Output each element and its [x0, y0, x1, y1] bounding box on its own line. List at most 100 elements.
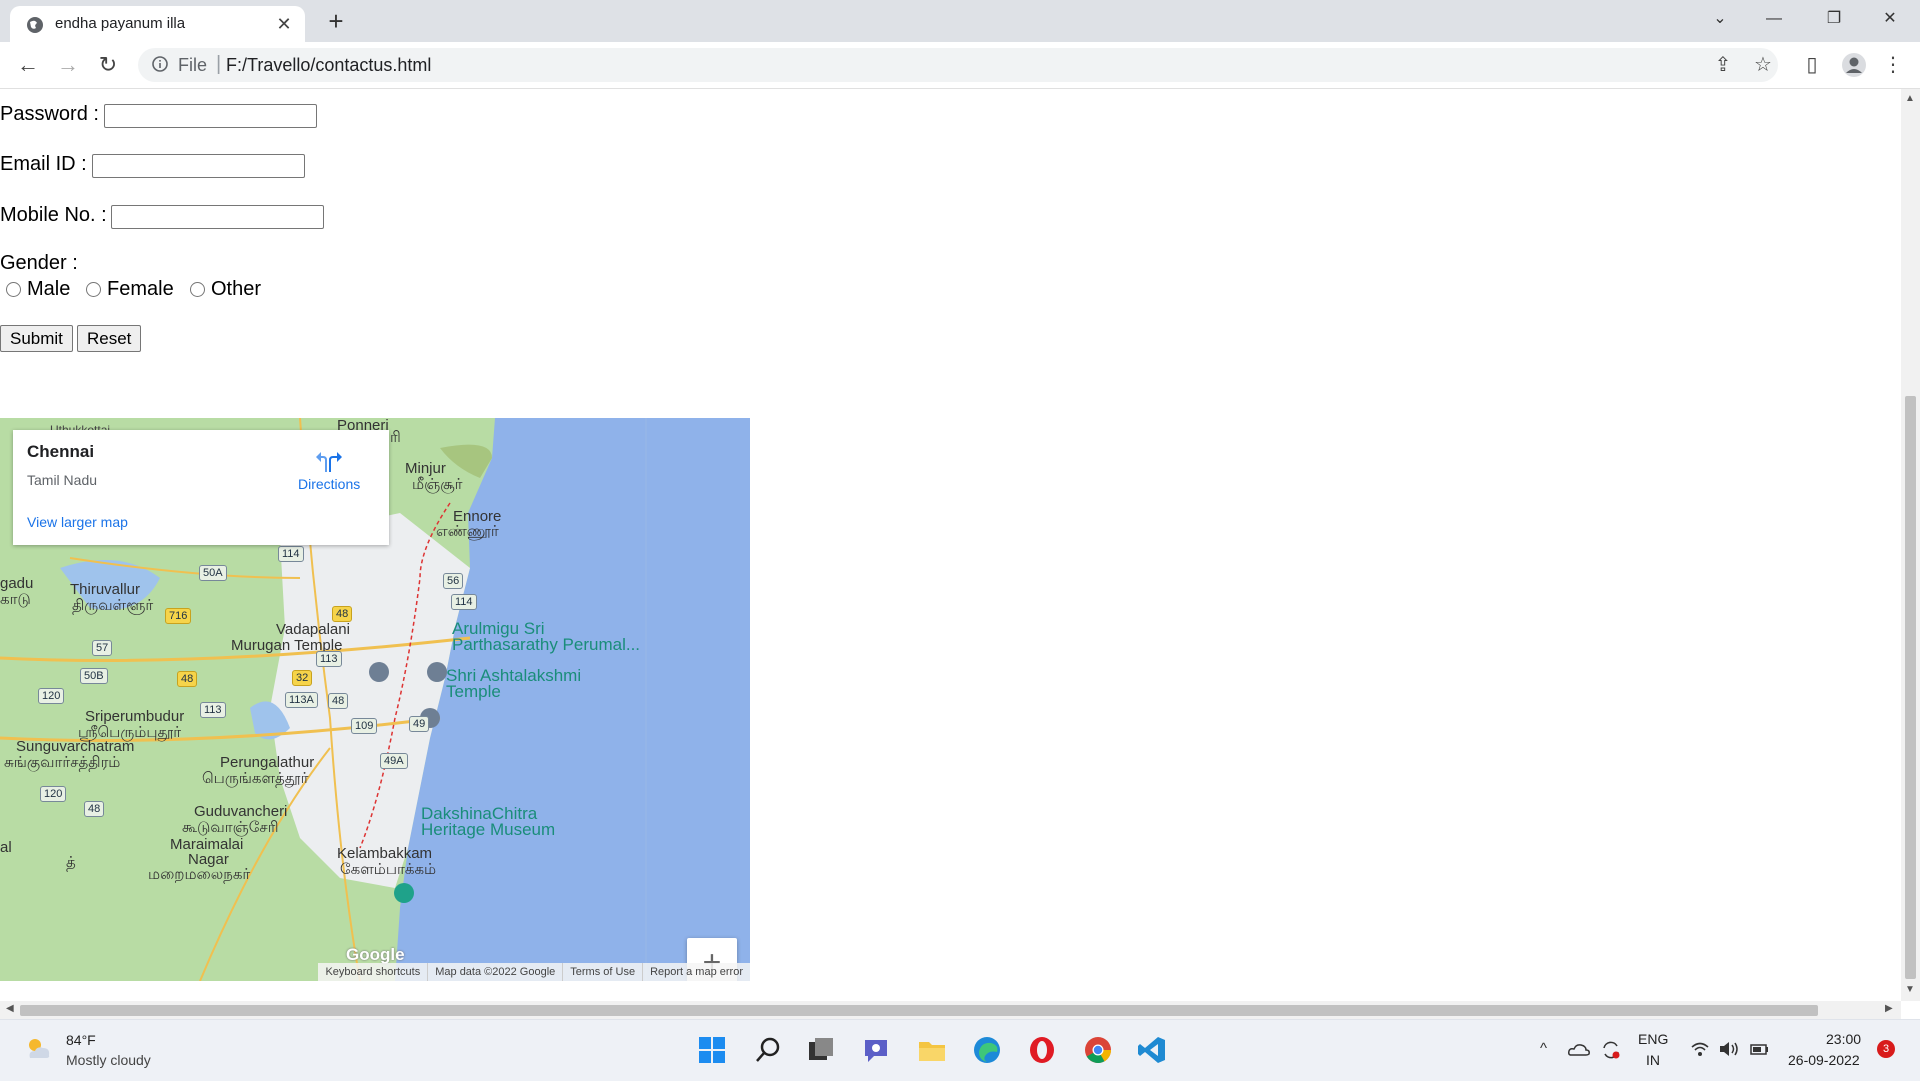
- show-hidden-icons-icon[interactable]: ^: [1540, 1040, 1547, 1057]
- map-attribution-bar: Keyboard shortcuts Map data ©2022 Google…: [318, 963, 750, 981]
- opera-browser-icon[interactable]: [1026, 1034, 1058, 1066]
- map-label-arulmigu: Arulmigu Sri: [452, 619, 545, 638]
- road-shield: 113A: [285, 692, 318, 708]
- road-shield: 48: [177, 671, 198, 687]
- task-view-icon[interactable]: [805, 1034, 837, 1066]
- back-button[interactable]: ←: [12, 50, 44, 82]
- directions-link[interactable]: Directions: [298, 476, 360, 492]
- keyboard-shortcuts-link[interactable]: Keyboard shortcuts: [318, 963, 427, 981]
- map-label-sunguvar: Sunguvarchatram: [16, 738, 135, 755]
- view-larger-map-link[interactable]: View larger map: [27, 514, 128, 530]
- road-shield: 48: [332, 606, 353, 622]
- url-text[interactable]: F:/Travello/contactus.html: [226, 55, 431, 76]
- road-shield: 120: [40, 786, 67, 802]
- submit-button[interactable]: Submit: [0, 325, 73, 352]
- map-label-thiruvallur: Thiruvallur: [70, 581, 141, 598]
- reload-button[interactable]: ↻: [92, 50, 124, 82]
- scheme-separator: |: [216, 53, 222, 75]
- browser-tab[interactable]: endha payanum illa ✕: [10, 6, 305, 42]
- profile-avatar-icon[interactable]: [1841, 52, 1867, 78]
- map-label-minjur-ta: மீஞ்சூர்: [412, 476, 463, 493]
- bookmark-star-icon[interactable]: ☆: [1750, 52, 1776, 78]
- vertical-scroll-thumb[interactable]: [1905, 396, 1916, 979]
- share-icon[interactable]: ⇪: [1710, 52, 1736, 78]
- embedded-map[interactable]: Uthukkottai Ponneri ரி Minjur மீஞ்சூர் E…: [0, 418, 750, 981]
- scroll-up-arrow-icon[interactable]: ▲: [1905, 93, 1915, 104]
- weather-description[interactable]: Mostly cloudy: [66, 1052, 151, 1068]
- chrome-menu-icon[interactable]: ⋮: [1880, 52, 1906, 78]
- map-label-perungalathur-ta: பெருங்களத்தூர்: [202, 770, 309, 787]
- tab-search-button[interactable]: ⌄: [1692, 0, 1748, 40]
- onedrive-cloud-icon[interactable]: [1568, 1040, 1590, 1058]
- sync-icon[interactable]: [1600, 1040, 1622, 1060]
- map-label-gadu-ta: காடு: [0, 591, 31, 608]
- teams-chat-icon[interactable]: [860, 1034, 892, 1066]
- mobile-label: Mobile No. :: [0, 204, 107, 226]
- report-map-error-link[interactable]: Report a map error: [642, 963, 750, 981]
- map-label-maraimalai: Maraimalai: [170, 836, 244, 853]
- map-label-vadapalani: Vadapalani: [276, 621, 350, 638]
- road-shield: 48: [328, 693, 349, 709]
- google-logo: Google: [346, 945, 405, 964]
- tab-strip: endha payanum illa ✕ + ⌄ — ❐ ✕: [0, 0, 1920, 42]
- notification-badge[interactable]: 3: [1877, 1040, 1895, 1058]
- file-explorer-icon[interactable]: [916, 1034, 948, 1066]
- radio-other[interactable]: [190, 282, 205, 298]
- input-region[interactable]: IN: [1646, 1052, 1660, 1068]
- minimize-button[interactable]: —: [1746, 0, 1802, 40]
- weather-cloud-icon[interactable]: [24, 1034, 54, 1064]
- road-shield: 113: [200, 702, 226, 718]
- gender-option-female[interactable]: Female: [86, 278, 174, 301]
- radio-male[interactable]: [6, 282, 21, 298]
- scheme-label: File: [178, 55, 208, 75]
- clock-time[interactable]: 23:00: [1826, 1031, 1861, 1047]
- map-label-temple: Temple: [446, 682, 501, 701]
- map-label-heritage: Heritage Museum: [421, 820, 556, 839]
- map-label-perungalathur: Perungalathur: [220, 754, 315, 771]
- radio-female[interactable]: [86, 282, 101, 298]
- scroll-left-arrow-icon[interactable]: ◀: [6, 1003, 14, 1014]
- map-label-ashtalakshmi: Shri Ashtalakshmi: [446, 666, 582, 685]
- side-panel-icon[interactable]: ▯: [1799, 52, 1825, 78]
- chrome-browser-icon[interactable]: [1082, 1034, 1114, 1066]
- gender-option-male[interactable]: Male: [6, 278, 70, 301]
- wifi-icon[interactable]: [1690, 1040, 1710, 1058]
- new-tab-button[interactable]: +: [320, 8, 352, 36]
- mobile-input[interactable]: [111, 205, 324, 229]
- map-place-region: Tamil Nadu: [27, 472, 98, 488]
- reset-button[interactable]: Reset: [77, 325, 142, 352]
- map-label-ennore: Ennore: [453, 508, 502, 525]
- restore-button[interactable]: ❐: [1806, 0, 1862, 40]
- road-shield: 109: [351, 718, 378, 734]
- edge-browser-icon[interactable]: [971, 1034, 1003, 1066]
- road-shield: 120: [38, 688, 65, 704]
- map-label-sunguvar-ta: சுங்குவார்சத்திரம்: [4, 754, 121, 771]
- tab-close-icon[interactable]: ✕: [273, 13, 295, 35]
- password-input[interactable]: [104, 104, 317, 128]
- map-label-ennore-ta: எண்ணூர்: [436, 523, 499, 540]
- info-icon[interactable]: [152, 56, 168, 72]
- vertical-scrollbar[interactable]: ▲ ▼: [1901, 89, 1920, 1001]
- scroll-down-arrow-icon[interactable]: ▼: [1905, 984, 1915, 995]
- email-row: Email ID :: [0, 153, 305, 178]
- clock-date[interactable]: 26-09-2022: [1788, 1052, 1860, 1068]
- weather-temperature[interactable]: 84°F: [66, 1032, 96, 1048]
- scroll-right-arrow-icon[interactable]: ▶: [1885, 1003, 1893, 1014]
- directions-icon[interactable]: [316, 446, 342, 472]
- vscode-icon[interactable]: [1136, 1034, 1168, 1066]
- search-icon[interactable]: [752, 1034, 784, 1066]
- input-language[interactable]: ENG: [1638, 1031, 1668, 1047]
- email-input[interactable]: [92, 154, 305, 178]
- volume-icon[interactable]: [1718, 1040, 1740, 1058]
- road-shield: 50A: [199, 565, 227, 581]
- forward-button[interactable]: →: [52, 50, 84, 82]
- battery-icon[interactable]: [1749, 1040, 1771, 1058]
- horizontal-scroll-thumb[interactable]: [20, 1005, 1818, 1016]
- address-bar[interactable]: File | F:/Travello/contactus.html: [138, 48, 1778, 82]
- close-window-button[interactable]: ✕: [1862, 0, 1918, 40]
- windows-start-icon[interactable]: [696, 1034, 728, 1066]
- email-label: Email ID :: [0, 153, 87, 175]
- horizontal-scrollbar[interactable]: ◀ ▶: [0, 1001, 1901, 1019]
- terms-of-use-link[interactable]: Terms of Use: [562, 963, 642, 981]
- gender-option-other[interactable]: Other: [190, 278, 261, 301]
